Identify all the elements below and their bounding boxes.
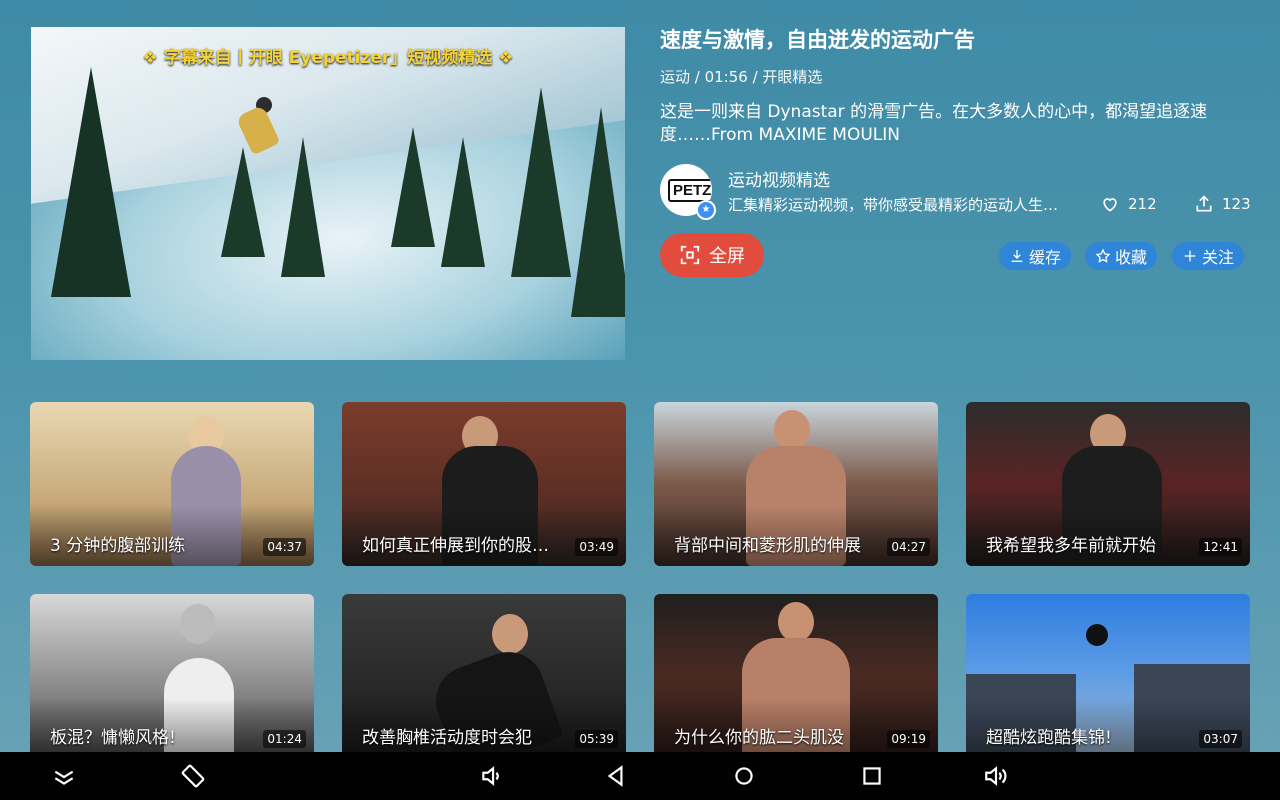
share-count: 123 <box>1222 195 1251 213</box>
related-video-title: 改善胸椎活动度时会犯 <box>362 728 532 748</box>
share-icon <box>1196 195 1212 212</box>
thumbnail-figure <box>1086 624 1108 646</box>
volume-down-icon[interactable] <box>478 762 506 790</box>
share-button[interactable]: 123 <box>1194 194 1251 214</box>
related-video-duration: 09:19 <box>887 730 930 748</box>
video-info: 速度与激情，自由迸发的运动广告 运动 / 01:56 / 开眼精选 这是一则来自… <box>660 26 1240 147</box>
favorite-label: 收藏 <box>1115 248 1148 267</box>
related-video-card[interactable]: 板混？慵懒风格! 01:24 <box>30 594 314 758</box>
thumbnail-figure <box>774 410 810 450</box>
download-icon <box>1011 250 1023 262</box>
cache-label: 缓存 <box>1029 248 1062 267</box>
thumbnail-figure <box>180 604 216 644</box>
related-video-title: 我希望我多年前就开始 <box>986 536 1156 556</box>
related-video-title: 超酷炫跑酷集锦! <box>986 728 1112 748</box>
video-player[interactable]: ❖ 字幕来自丨开眼 Eyepetizer」短视频精选 ❖ <box>31 27 625 360</box>
tree-shape <box>571 107 625 317</box>
system-navbar <box>0 752 1280 800</box>
video-description: 这是一则来自 Dynastar 的滑雪广告。在大多数人的心中，都渴望追逐速度……… <box>660 102 1208 145</box>
plus-icon <box>1184 250 1196 262</box>
rotate-icon[interactable] <box>179 762 207 790</box>
verified-badge-icon: ★ <box>696 200 716 220</box>
channel-row: PETZL ★ 运动视频精选 汇集精彩运动视频，带你感受最精彩的运动人生… 21… <box>660 164 1251 220</box>
channel-description: 汇集精彩运动视频，带你感受最精彩的运动人生… <box>728 196 1059 214</box>
related-video-duration: 04:37 <box>263 538 306 556</box>
fullscreen-label: 全屏 <box>709 246 745 267</box>
recents-icon[interactable] <box>858 762 886 790</box>
tree-shape <box>511 87 571 277</box>
tree-shape <box>281 137 325 277</box>
related-video-title: 背部中间和菱形肌的伸展 <box>674 536 861 556</box>
related-video-title: 3 分钟的腹部训练 <box>50 536 186 556</box>
follow-label: 关注 <box>1202 248 1235 267</box>
follow-button[interactable]: 关注 <box>1172 242 1245 270</box>
related-video-duration: 03:07 <box>1199 730 1242 748</box>
channel-name[interactable]: 运动视频精选 <box>728 166 830 191</box>
related-video-title: 如何真正伸展到你的股… <box>362 536 549 556</box>
star-icon <box>1095 248 1111 263</box>
related-video-title: 板混？慵懒风格! <box>50 728 176 748</box>
cache-button[interactable]: 缓存 <box>999 242 1072 270</box>
thumbnail-figure <box>778 602 814 642</box>
fullscreen-icon <box>680 245 700 265</box>
related-video-card[interactable]: 背部中间和菱形肌的伸展 04:27 <box>654 402 938 566</box>
like-button[interactable]: 212 <box>1100 194 1157 214</box>
favorite-button[interactable]: 收藏 <box>1085 242 1158 270</box>
fullscreen-button[interactable]: 全屏 <box>660 233 764 277</box>
related-video-duration: 12:41 <box>1199 538 1242 556</box>
related-video-title: 为什么你的肱二头肌没 <box>674 728 844 748</box>
heart-icon <box>1103 198 1117 212</box>
player-subtitle-banner: ❖ 字幕来自丨开眼 Eyepetizer」短视频精选 ❖ <box>142 48 514 68</box>
home-icon[interactable] <box>730 762 758 790</box>
related-video-card[interactable]: 如何真正伸展到你的股… 03:49 <box>342 402 626 566</box>
tree-shape <box>51 67 131 297</box>
related-video-card[interactable]: 我希望我多年前就开始 12:41 <box>966 402 1250 566</box>
related-video-duration: 01:24 <box>263 730 306 748</box>
video-meta: 运动 / 01:56 / 开眼精选 <box>660 68 823 86</box>
collapse-icon[interactable] <box>50 762 78 790</box>
related-video-duration: 04:27 <box>887 538 930 556</box>
tree-shape <box>221 147 265 257</box>
related-video-duration: 03:49 <box>575 538 618 556</box>
related-video-card[interactable]: 3 分钟的腹部训练 04:37 <box>30 402 314 566</box>
tree-shape <box>391 127 435 247</box>
back-icon[interactable] <box>602 762 630 790</box>
video-title: 速度与激情，自由迸发的运动广告 <box>660 28 975 52</box>
thumbnail-figure <box>492 614 528 654</box>
volume-up-icon[interactable] <box>982 762 1010 790</box>
like-count: 212 <box>1128 195 1157 213</box>
channel-logo: PETZL <box>668 179 712 202</box>
tree-shape <box>441 137 485 267</box>
related-video-card[interactable]: 超酷炫跑酷集锦! 03:07 <box>966 594 1250 758</box>
related-video-card[interactable]: 改善胸椎活动度时会犯 05:39 <box>342 594 626 758</box>
related-video-duration: 05:39 <box>575 730 618 748</box>
related-video-card[interactable]: 为什么你的肱二头肌没 09:19 <box>654 594 938 758</box>
